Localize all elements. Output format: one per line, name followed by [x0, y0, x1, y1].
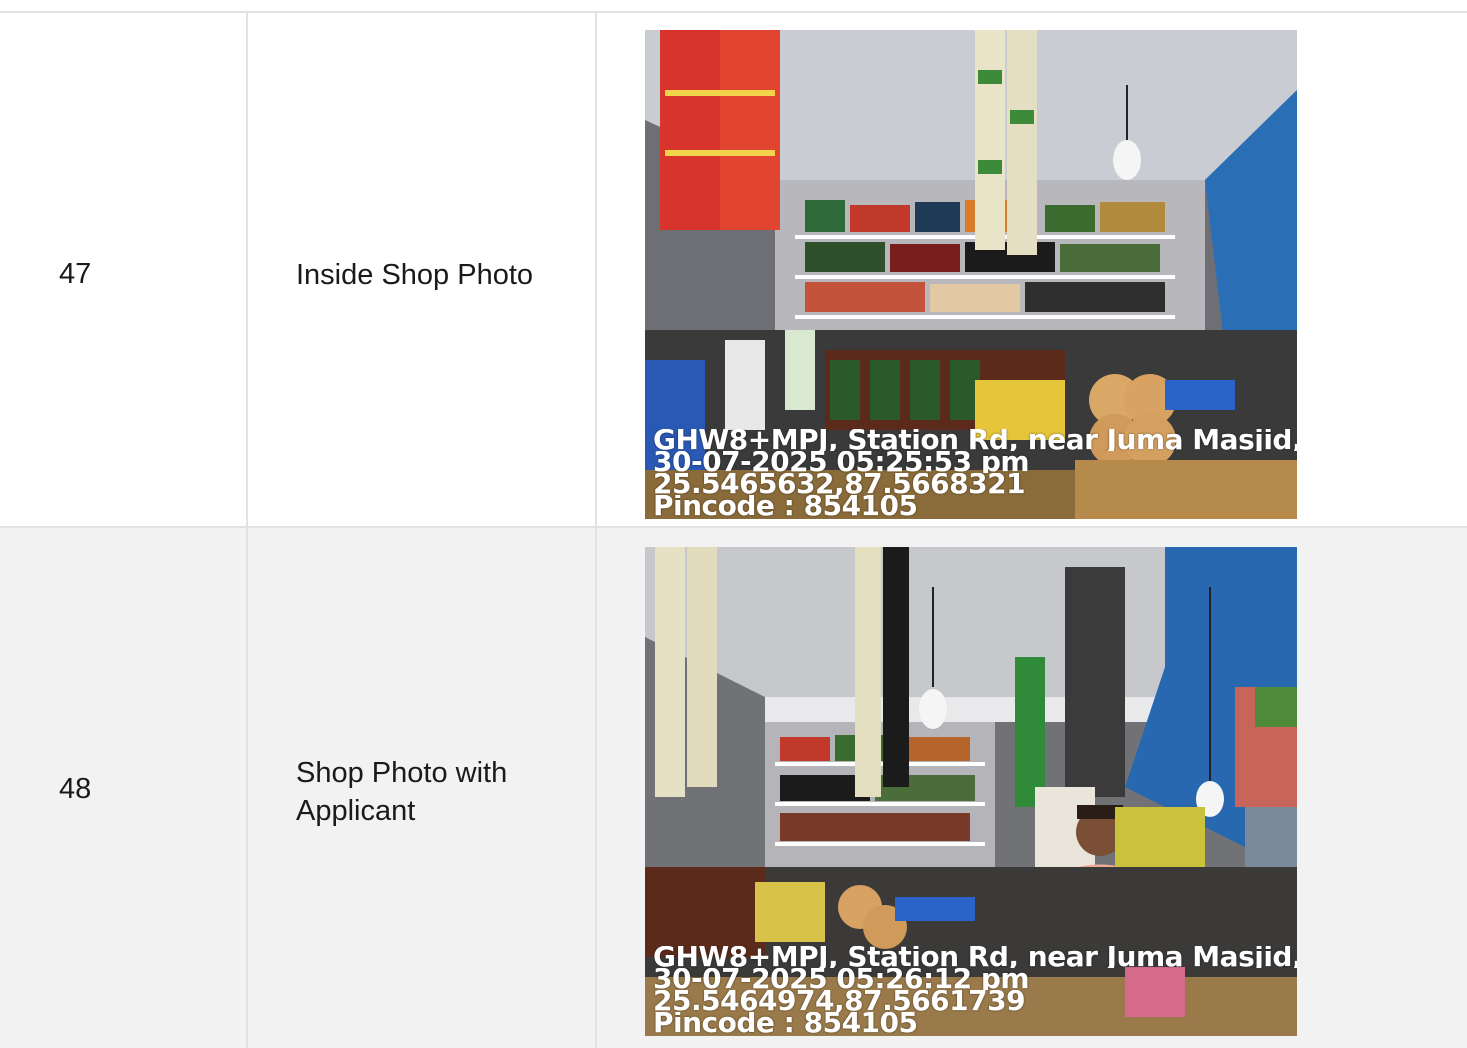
table-row: 47 Inside Shop Photo GHW8+MPJ, Station R… [0, 13, 1467, 528]
column-divider [246, 13, 248, 526]
shop-photo-with-applicant[interactable]: GHW8+MPJ, Station Rd, near Juma Masjid, … [645, 547, 1297, 1036]
stamp-datetime: 30-07-2025 05:26:12 pm [653, 968, 1030, 990]
photo-geotag-stamp: GHW8+MPJ, Station Rd, near Juma Masjid, … [653, 429, 1297, 517]
stamp-coordinates: 25.5465632,87.5668321 [653, 473, 1026, 495]
stamp-datetime: 30-07-2025 05:25:53 pm [653, 451, 1030, 473]
row-label: Shop Photo with Applicant [296, 757, 508, 827]
stamp-address: GHW8+MPJ, Station Rd, near Juma Masjid, … [653, 946, 1297, 968]
photo-table: 47 Inside Shop Photo GHW8+MPJ, Station R… [0, 11, 1467, 1048]
stamp-address: GHW8+MPJ, Station Rd, near Juma Masjid, … [653, 429, 1297, 451]
inside-shop-photo[interactable]: GHW8+MPJ, Station Rd, near Juma Masjid, … [645, 30, 1297, 519]
table-row: 48 Shop Photo with Applicant GHW8+MPJ, S… [0, 528, 1467, 1048]
row-number: 48 [59, 773, 92, 805]
photo-geotag-stamp: GHW8+MPJ, Station Rd, near Juma Masjid, … [653, 946, 1297, 1034]
stamp-pincode: Pincode : 854105 [653, 495, 918, 517]
row-number: 47 [59, 258, 92, 290]
column-divider [595, 528, 597, 1048]
column-divider [246, 528, 248, 1048]
stamp-pincode: Pincode : 854105 [653, 1012, 918, 1034]
column-divider [595, 13, 597, 526]
row-label: Inside Shop Photo [296, 259, 534, 291]
stamp-coordinates: 25.5464974,87.5661739 [653, 990, 1026, 1012]
